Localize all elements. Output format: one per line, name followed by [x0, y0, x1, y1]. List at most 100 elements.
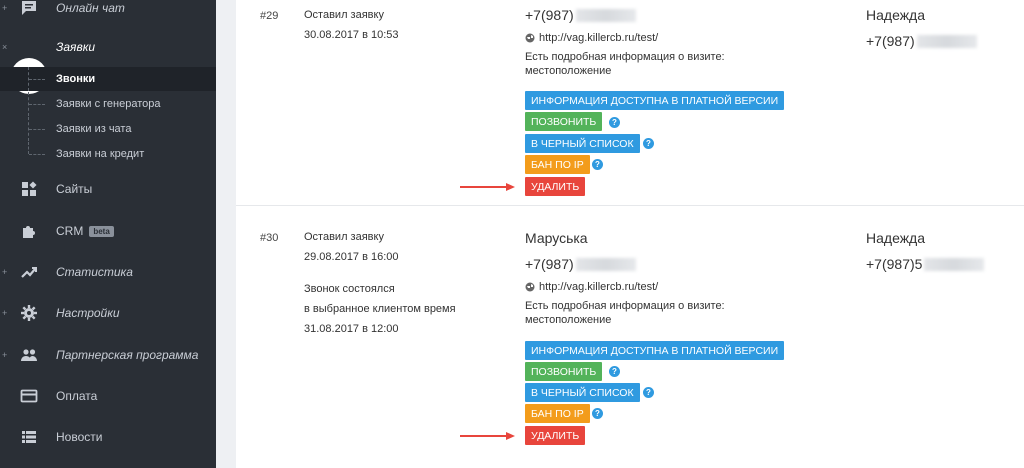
- request-number: #29: [260, 10, 279, 22]
- arrow-icon: [460, 431, 516, 441]
- collapse-icon: ×: [2, 42, 8, 52]
- help-icon[interactable]: ?: [609, 117, 620, 128]
- arrow-icon: [460, 182, 516, 192]
- client-name: Маруська: [525, 230, 588, 246]
- nav-item-label: Настройки: [56, 306, 120, 320]
- nav-item-online-chat[interactable]: + Онлайн чат: [0, 0, 216, 26]
- nav-item-sites[interactable]: Сайты: [0, 171, 216, 207]
- request-action: Оставил заявку: [304, 231, 384, 243]
- nav-item-settings[interactable]: + Настройки: [0, 295, 216, 331]
- ban-ip-button[interactable]: БАН ПО IP: [525, 404, 590, 423]
- nav-item-label: Новости: [56, 430, 103, 444]
- nav-item-news[interactable]: Новости: [0, 419, 216, 455]
- users-icon: [20, 346, 38, 364]
- hidden-digits: [575, 258, 636, 271]
- nav-item-label: Сайты: [56, 182, 93, 196]
- nav-item-label: Статистика: [56, 265, 133, 279]
- phone-prefix: +7(987): [525, 256, 574, 272]
- visit-info-line: Есть подробная информация о визите:: [525, 51, 725, 63]
- visit-info: Есть подробная информация о визите: мест…: [525, 299, 765, 327]
- call-button[interactable]: ПОЗВОНИТЬ: [525, 362, 603, 381]
- tree-connector: [28, 117, 48, 141]
- nav-item-label: CRM beta: [56, 224, 114, 238]
- blacklist-button[interactable]: В ЧЕРНЫЙ СПИСОК: [525, 134, 640, 153]
- beta-badge: beta: [89, 226, 114, 237]
- visit-info-line: местоположение: [525, 65, 612, 77]
- crm-label: CRM: [56, 224, 84, 238]
- expand-icon: +: [2, 350, 8, 360]
- subnav-item-label: Звонки: [56, 73, 96, 85]
- visit-info: Есть подробная информация о визите: мест…: [525, 50, 765, 78]
- puzzle-icon: [20, 222, 38, 240]
- phone-prefix: +7(987)5: [866, 256, 923, 272]
- help-icon[interactable]: ?: [609, 366, 620, 377]
- subnav-item-generator[interactable]: Заявки с генератора: [0, 92, 216, 116]
- help-icon[interactable]: ?: [592, 408, 603, 419]
- tree-connector: [28, 67, 48, 91]
- sites-icon: [20, 180, 38, 198]
- hidden-digits: [924, 258, 985, 271]
- contact-name: Надежда: [866, 230, 926, 246]
- request-number: #30: [260, 232, 279, 244]
- nav-item-payment[interactable]: Оплата: [0, 378, 216, 414]
- requests-panel: #29 Оставил заявку 30.08.2017 в 10:53 +7…: [236, 0, 1024, 468]
- chat-icon: [20, 0, 38, 17]
- list-icon: [20, 428, 38, 446]
- expand-icon: +: [2, 267, 8, 277]
- nav-item-label: Партнерская программа: [56, 348, 199, 362]
- hidden-digits: [916, 35, 977, 48]
- request-date: 29.08.2017 в 16:00: [304, 251, 399, 263]
- card-icon: [20, 387, 38, 405]
- help-icon[interactable]: ?: [592, 159, 603, 170]
- nav-item-label: Заявки: [56, 40, 96, 54]
- call-note: 31.08.2017 в 12:00: [304, 323, 399, 335]
- tree-connector: [28, 92, 48, 116]
- subnav-item-label: Заявки с генератора: [56, 98, 161, 110]
- info-paid-button[interactable]: ИНФОРМАЦИЯ ДОСТУПНА В ПЛАТНОЙ ВЕРСИИ: [525, 341, 785, 360]
- client-phone: +7(987): [525, 7, 636, 23]
- client-site[interactable]: http://vag.killercb.ru/test/: [525, 32, 658, 44]
- hidden-digits: [575, 9, 636, 22]
- info-paid-button[interactable]: ИНФОРМАЦИЯ ДОСТУПНА В ПЛАТНОЙ ВЕРСИИ: [525, 91, 785, 110]
- site-url: http://vag.killercb.ru/test/: [539, 32, 659, 44]
- subnav-item-calls[interactable]: Звонки: [0, 67, 216, 91]
- expand-icon: +: [2, 308, 8, 318]
- nav-item-partner[interactable]: + Партнерская программа: [0, 337, 216, 373]
- contact-phone: +7(987)5: [866, 256, 985, 272]
- help-icon[interactable]: ?: [643, 138, 654, 149]
- subnav-item-label: Заявки на кредит: [56, 148, 145, 160]
- request-date: 30.08.2017 в 10:53: [304, 25, 399, 45]
- gear-icon: [20, 304, 38, 322]
- nav-item-crm[interactable]: CRM beta: [0, 213, 216, 249]
- delete-button[interactable]: УДАЛИТЬ: [525, 177, 586, 196]
- site-url: http://vag.killercb.ru/test/: [539, 281, 659, 293]
- globe-icon: [525, 282, 535, 292]
- call-note: в выбранное клиентом время: [304, 303, 456, 315]
- phone-prefix: +7(987): [525, 7, 574, 23]
- ban-ip-button[interactable]: БАН ПО IP: [525, 155, 590, 174]
- request-status: Оставил заявку 29.08.2017 в 16:00 Звонок…: [304, 227, 456, 339]
- phone-prefix: +7(987): [866, 33, 915, 49]
- visit-info-line: местоположение: [525, 314, 612, 326]
- trend-icon: [20, 263, 38, 281]
- delete-button[interactable]: УДАЛИТЬ: [525, 426, 586, 445]
- globe-icon: [525, 33, 535, 43]
- call-button[interactable]: ПОЗВОНИТЬ: [525, 112, 603, 131]
- help-icon[interactable]: ?: [643, 387, 654, 398]
- nav-item-statistics[interactable]: + Статистика: [0, 254, 216, 290]
- client-phone: +7(987): [525, 256, 636, 272]
- sidebar: + Онлайн чат × Заявки Звонки Заявки с ге…: [0, 0, 216, 468]
- contact-phone: +7(987): [866, 33, 977, 49]
- nav-item-requests[interactable]: × Заявки: [0, 29, 216, 94]
- subnav-item-credit[interactable]: Заявки на кредит: [0, 142, 216, 166]
- nav-item-label: Онлайн чат: [56, 1, 125, 15]
- client-site[interactable]: http://vag.killercb.ru/test/: [525, 281, 658, 293]
- expand-icon: +: [2, 3, 8, 13]
- tree-connector: [28, 142, 48, 155]
- subnav-item-chat[interactable]: Заявки из чата: [0, 117, 216, 141]
- call-note: Звонок состоялся: [304, 283, 395, 295]
- nav-item-label: Оплата: [56, 389, 98, 403]
- request-action: Оставил заявку: [304, 9, 384, 21]
- blacklist-button[interactable]: В ЧЕРНЫЙ СПИСОК: [525, 383, 640, 402]
